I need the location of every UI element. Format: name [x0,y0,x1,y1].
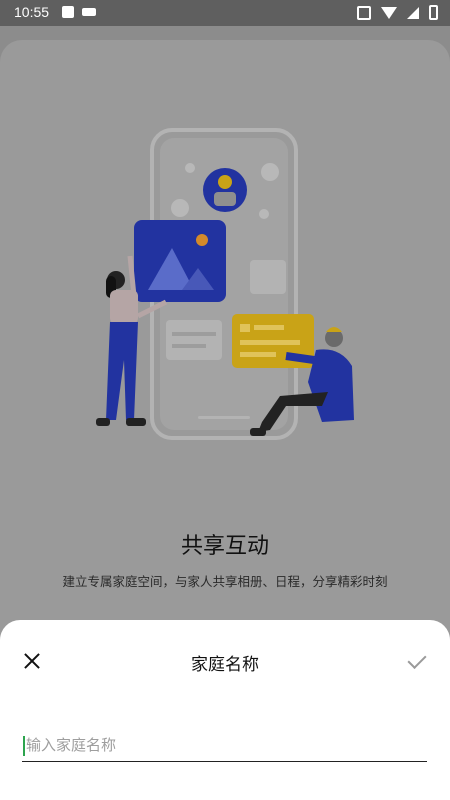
phone-dot [185,163,195,173]
list-line-2 [172,344,206,348]
man-torso [308,349,354,422]
avatar-body [214,192,236,206]
family-name-field [22,730,427,762]
man-shoe [250,428,266,436]
man-hair [326,327,342,332]
profile-icon-right [261,163,279,181]
sun-dot [196,234,208,246]
confirm-check-icon[interactable] [406,648,430,672]
woman-legs [106,322,138,420]
app-notification-icon [62,6,74,18]
phone-dot-small [259,209,269,219]
family-sharing-illustration [96,128,354,440]
list-card [166,320,222,360]
onboarding-title: 共享互动 [180,534,269,559]
onboarding-card: 共享互动 建立专属家庭空间，与家人共享相册、日程，分享精彩时刻 [0,40,450,680]
status-system-icons [357,5,438,20]
man-arm [285,352,315,364]
profile-icon-left [171,199,189,217]
list-line-1 [172,332,216,336]
sheet-title: 家庭名称 [191,655,259,675]
calendar-line-3 [240,340,300,345]
woman-shoe-left [96,418,110,426]
image-tile-right [250,260,286,294]
calendar-line-2 [254,325,284,330]
status-bar: 10:55 [0,0,450,26]
status-time: 10:55 [14,4,50,20]
avatar-head [218,175,232,189]
onboarding-subtitle: 建立专属家庭空间，与家人共享相册、日程，分享精彩时刻 [62,574,388,589]
status-notification-icons [62,6,96,18]
keyboard-icon [82,8,96,16]
family-name-input[interactable] [26,730,421,760]
onboarding-page: 共享互动 建立专属家庭空间，与家人共享相册、日程，分享精彩时刻 [0,26,450,680]
calendar-line-4 [240,352,276,357]
wifi-icon [381,6,397,19]
signal-icon [407,6,419,19]
calendar-line-1 [240,324,250,332]
family-name-sheet: 家庭名称 [0,620,450,800]
woman-shoe-right [126,418,146,426]
vibrate-icon [357,5,371,20]
text-cursor [23,736,25,756]
battery-icon [429,5,438,20]
home-indicator [198,416,250,419]
